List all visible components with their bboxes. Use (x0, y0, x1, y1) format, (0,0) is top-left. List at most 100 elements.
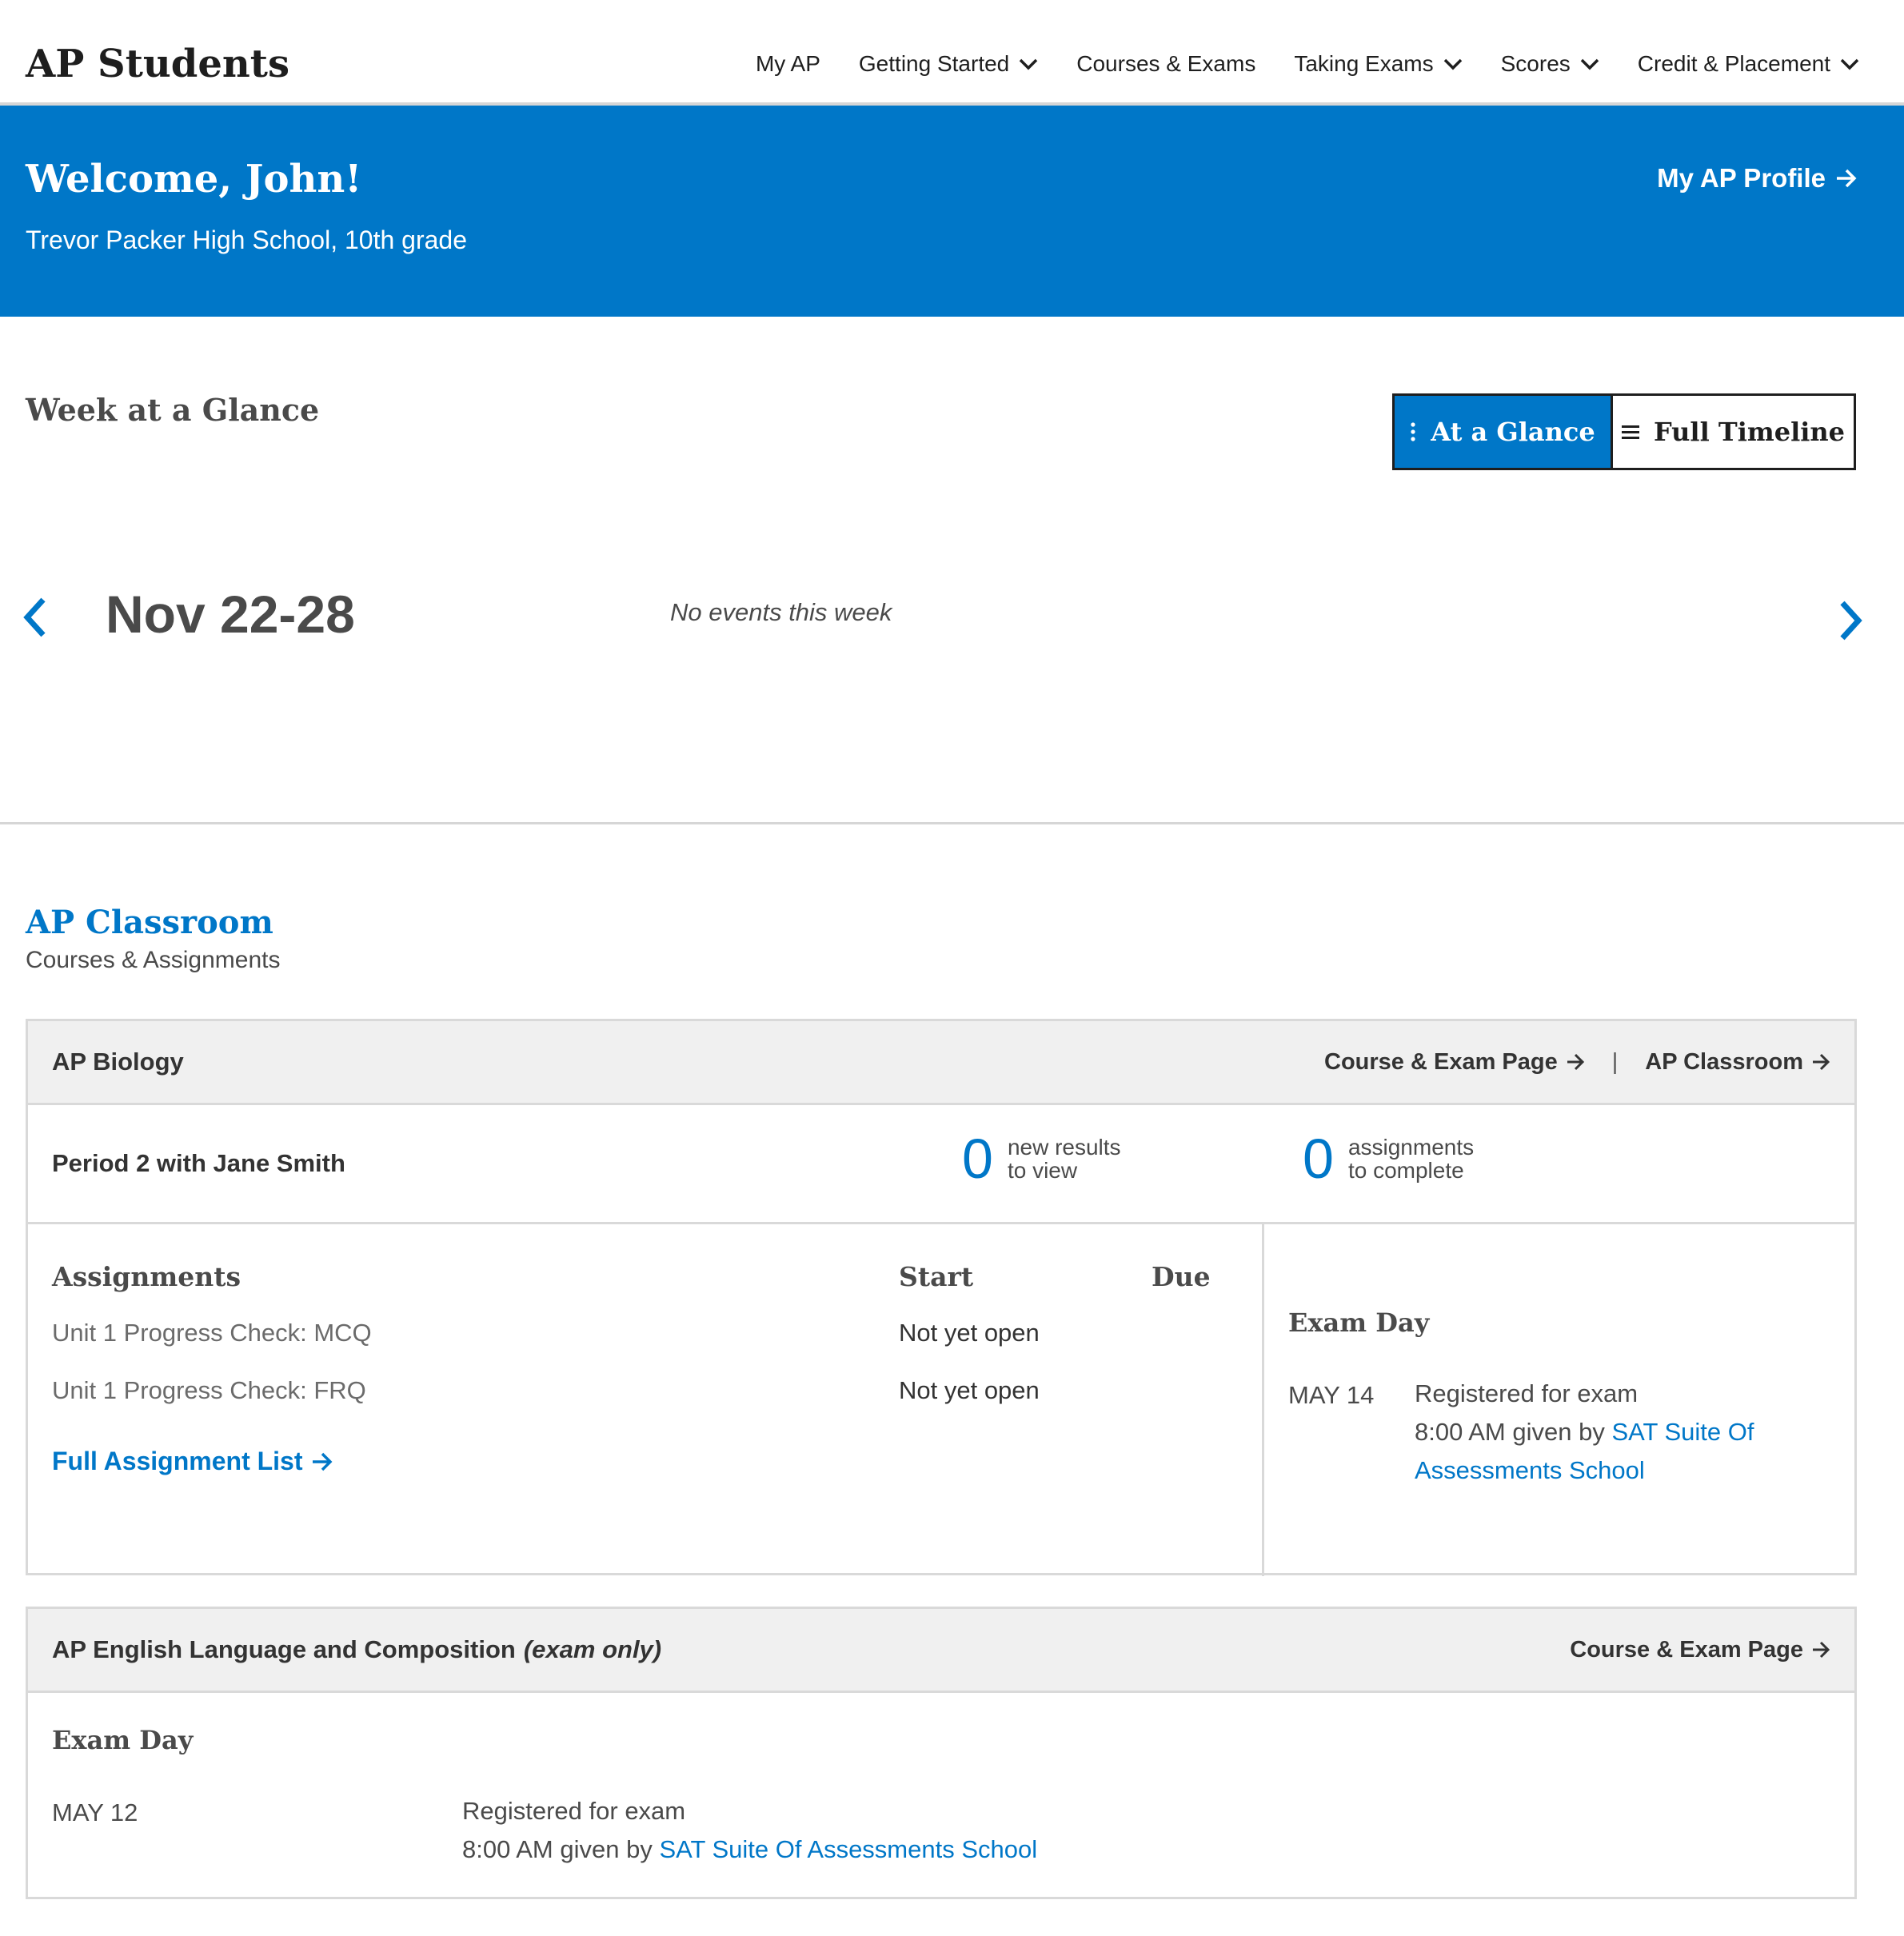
full-timeline-button[interactable]: Full Timeline (1611, 396, 1854, 468)
exam-only-tag: (exam only) (523, 1635, 662, 1663)
profile-link-label: My AP Profile (1657, 163, 1826, 193)
exam-location-link[interactable]: SAT Suite Of (1611, 1418, 1754, 1446)
nav-item-scores[interactable]: Scores (1501, 51, 1599, 77)
at-a-glance-button[interactable]: At a Glance (1395, 396, 1611, 468)
exam-details: Registered for exam 8:00 AM given by SAT… (1415, 1375, 1754, 1490)
nav-item-getting-started[interactable]: Getting Started (859, 51, 1038, 77)
link-separator: | (1611, 1048, 1619, 1075)
chevron-down-icon (1580, 58, 1599, 70)
previous-week-button[interactable] (19, 595, 51, 640)
assignment-name[interactable]: Unit 1 Progress Check: FRQ (52, 1376, 366, 1405)
exam-time: 8:00 AM given by (462, 1835, 653, 1863)
new-results-stat[interactable]: 0 new results to view (962, 1131, 1121, 1187)
welcome-heading: Welcome, John! (26, 157, 362, 202)
course-title: AP Biology (52, 1048, 184, 1076)
nav-item-courses-exams[interactable]: Courses & Exams (1076, 51, 1255, 77)
ap-classroom-heading[interactable]: AP Classroom (26, 904, 273, 941)
section-divider (0, 822, 1904, 824)
assignments-label: assignments to complete (1347, 1134, 1475, 1183)
assignments-and-exam: Assignments Start Due Unit 1 Progress Ch… (28, 1224, 1854, 1576)
list-icon (1622, 424, 1639, 440)
week-date-range: Nov 22-28 (106, 585, 355, 644)
arrow-right-icon (1566, 1053, 1585, 1071)
course-card-ap-english-language: AP English Language and Composition (exa… (26, 1607, 1857, 1899)
ap-classroom-subtitle: Courses & Assignments (26, 947, 281, 973)
exam-status: Registered for exam (1415, 1379, 1639, 1407)
arrow-right-icon (1811, 1053, 1830, 1071)
chevron-down-icon (1840, 58, 1859, 70)
chevron-down-icon (1019, 58, 1038, 70)
main-nav: My AP Getting Started Courses & Exams Ta… (756, 51, 1859, 77)
course-card-header: AP English Language and Composition (exa… (28, 1609, 1854, 1693)
exam-day-section: Exam Day MAY 12 Registered for exam 8:00… (28, 1693, 1854, 1899)
exam-day-heading: Exam Day (52, 1725, 194, 1755)
label-line: new results (1007, 1134, 1121, 1160)
nav-item-my-ap[interactable]: My AP (756, 51, 820, 77)
class-period-row: Period 2 with Jane Smith 0 new results t… (28, 1105, 1854, 1224)
nav-label: Credit & Placement (1637, 51, 1830, 76)
welcome-banner: Welcome, John! Trevor Packer High School… (0, 106, 1904, 317)
assignment-name[interactable]: Unit 1 Progress Check: MCQ (52, 1319, 372, 1347)
exam-day-heading: Exam Day (1288, 1307, 1430, 1338)
course-header-links: Course & Exam Page (1570, 1609, 1830, 1691)
course-header-links: Course & Exam Page | AP Classroom (1324, 1021, 1830, 1103)
week-at-a-glance-heading: Week at a Glance (26, 392, 320, 428)
chevron-down-icon (1443, 58, 1463, 70)
course-exam-page-link[interactable]: Course & Exam Page (1324, 1049, 1585, 1076)
new-results-label: new results to view (1007, 1134, 1121, 1183)
vertical-dots-icon (1410, 421, 1416, 442)
toggle-label: At a Glance (1431, 417, 1595, 447)
school-grade-text: Trevor Packer High School, 10th grade (26, 226, 467, 254)
assignments-count: 0 (1303, 1128, 1334, 1190)
arrow-right-icon (311, 1451, 333, 1472)
start-column-header: Start (899, 1261, 974, 1292)
no-events-message: No events this week (670, 598, 892, 626)
chevron-right-icon (1834, 598, 1866, 643)
assignments-to-complete-stat[interactable]: 0 assignments to complete (1303, 1131, 1474, 1187)
column-divider (1262, 1224, 1264, 1576)
link-label: Course & Exam Page (1324, 1048, 1558, 1075)
exam-date: MAY 12 (52, 1798, 138, 1826)
exam-details: Registered for exam 8:00 AM given by SAT… (462, 1792, 1037, 1869)
nav-label: Scores (1500, 51, 1571, 76)
exam-location-link[interactable]: SAT Suite Of Assessments School (659, 1835, 1037, 1863)
course-card-header: AP Biology Course & Exam Page | AP Class… (28, 1021, 1854, 1105)
course-title: AP English Language and Composition (exa… (52, 1609, 661, 1691)
arrow-right-icon (1835, 168, 1858, 189)
exam-location-link[interactable]: Assessments School (1415, 1456, 1645, 1484)
ap-classroom-link[interactable]: AP Classroom (1645, 1049, 1830, 1076)
label-line: to complete (1347, 1158, 1464, 1183)
assignments-column-header: Assignments (52, 1261, 241, 1292)
period-teacher: Period 2 with Jane Smith (52, 1149, 345, 1177)
label-line: assignments (1347, 1134, 1475, 1160)
assignment-start: Not yet open (899, 1376, 1040, 1404)
nav-item-taking-exams[interactable]: Taking Exams (1294, 51, 1462, 77)
exam-status: Registered for exam (462, 1797, 686, 1825)
exam-time: 8:00 AM given by (1415, 1418, 1605, 1446)
toggle-label: Full Timeline (1654, 417, 1845, 447)
new-results-count: 0 (962, 1128, 993, 1190)
link-label: AP Classroom (1645, 1048, 1803, 1075)
my-ap-profile-link[interactable]: My AP Profile (1657, 163, 1858, 194)
nav-label: My AP (755, 51, 820, 76)
nav-item-credit-placement[interactable]: Credit & Placement (1638, 51, 1859, 77)
arrow-right-icon (1811, 1641, 1830, 1659)
course-card-ap-biology: AP Biology Course & Exam Page | AP Class… (26, 1019, 1857, 1576)
label-line: to view (1007, 1158, 1078, 1183)
exam-date: MAY 14 (1288, 1381, 1375, 1409)
nav-label: Getting Started (858, 51, 1010, 76)
top-navigation-bar: AP Students My AP Getting Started Course… (0, 0, 1904, 106)
due-column-header: Due (1152, 1261, 1211, 1292)
full-assignment-list-link[interactable]: Full Assignment List (52, 1447, 333, 1476)
course-exam-page-link[interactable]: Course & Exam Page (1570, 1637, 1830, 1663)
course-name-text: AP English Language and Composition (52, 1635, 516, 1663)
link-label: Full Assignment List (52, 1447, 303, 1475)
nav-label: Courses & Exams (1076, 51, 1256, 76)
link-label: Course & Exam Page (1570, 1636, 1803, 1663)
view-toggle: At a Glance Full Timeline (1392, 393, 1856, 470)
assignment-start: Not yet open (899, 1319, 1040, 1347)
chevron-left-icon (19, 595, 51, 640)
nav-label: Taking Exams (1294, 51, 1434, 76)
site-logo-text[interactable]: AP Students (26, 42, 289, 86)
next-week-button[interactable] (1834, 598, 1866, 643)
